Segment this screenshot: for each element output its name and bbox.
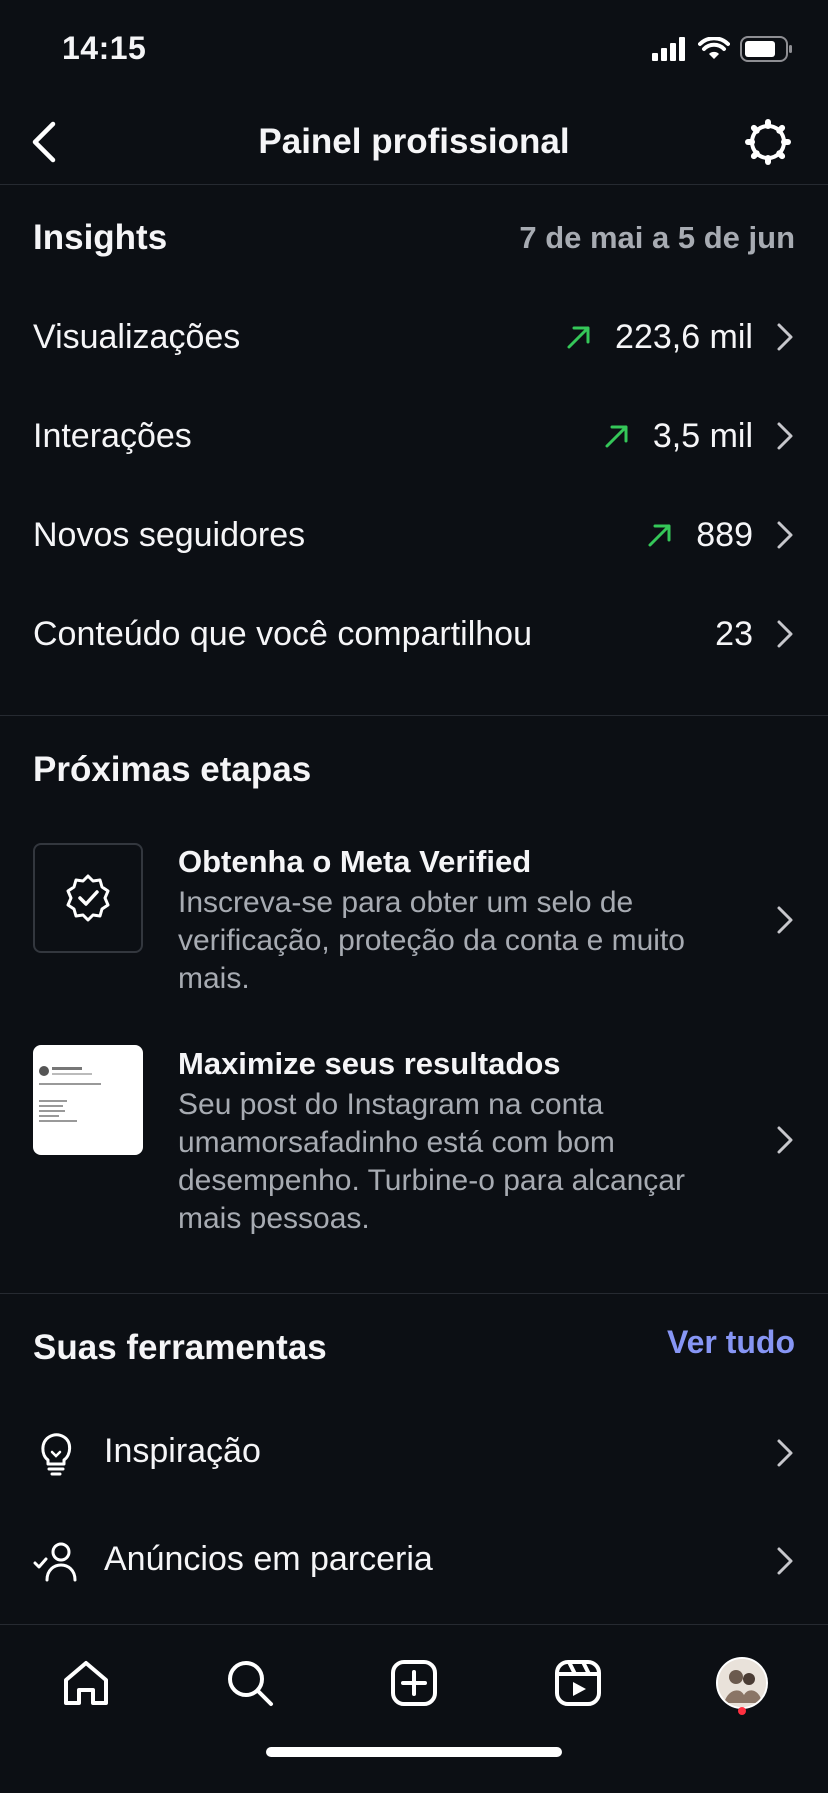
search-icon	[228, 1661, 273, 1706]
settings-button[interactable]	[742, 116, 794, 168]
tab-reels[interactable]	[550, 1655, 606, 1711]
chevron-right-icon	[777, 906, 793, 934]
insight-row-new-followers[interactable]: Novos seguidores 889	[0, 486, 828, 584]
tools-title: Suas ferramentas	[33, 1328, 327, 1367]
battery-icon	[740, 36, 792, 62]
trend-up-icon	[605, 425, 628, 448]
chevron-right-icon	[777, 1439, 793, 1467]
insight-row-views[interactable]: Visualizações 223,6 mil	[0, 288, 828, 386]
step-meta-verified[interactable]: Obtenha o Meta Verified Inscreva-se para…	[0, 840, 828, 1010]
tab-create[interactable]	[386, 1655, 442, 1711]
home-indicator	[266, 1747, 562, 1757]
tool-row-partnership-ads[interactable]: Anúncios em parceria	[0, 1510, 828, 1610]
insights-title: Insights	[33, 218, 168, 257]
tab-profile[interactable]	[714, 1655, 770, 1711]
see-all-link[interactable]: Ver tudo	[667, 1324, 795, 1361]
step-maximize-results[interactable]: Maximize seus resultados Seu post do Ins…	[0, 1042, 828, 1242]
next-steps-title: Próximas etapas	[33, 750, 312, 789]
chevron-right-icon	[777, 620, 793, 648]
status-time: 14:15	[62, 30, 147, 66]
trend-up-icon	[567, 326, 590, 349]
signal-icon	[652, 37, 685, 61]
tool-label: Inspiração	[104, 1432, 261, 1470]
insight-label: Novos seguidores	[33, 516, 306, 554]
tool-label: Anúncios em parceria	[104, 1540, 433, 1578]
page-title: Painel profissional	[258, 122, 570, 161]
insight-value: 223,6 mil	[615, 317, 753, 356]
chevron-right-icon	[777, 1547, 793, 1575]
top-nav-bar: Painel profissional	[0, 100, 828, 185]
chevron-right-icon	[777, 323, 793, 351]
bottom-tab-bar	[0, 1624, 828, 1793]
wifi-icon	[698, 37, 730, 59]
status-bar: 14:15	[0, 0, 828, 100]
verified-badge-tile	[33, 843, 143, 953]
notification-dot	[738, 1707, 746, 1715]
step-description: Inscreva-se para obter um selo de verifi…	[178, 886, 685, 995]
insight-value: 889	[696, 515, 753, 554]
step-description: Seu post do Instagram na conta umamorsaf…	[178, 1088, 685, 1235]
insight-value: 3,5 mil	[652, 416, 753, 455]
verified-badge-icon	[66, 874, 110, 922]
insight-row-interactions[interactable]: Interações 3,5 mil	[0, 387, 828, 485]
insight-row-content-shared[interactable]: Conteúdo que você compartilhou 23	[0, 585, 828, 683]
tool-row-inspiration[interactable]: Inspiração	[0, 1402, 828, 1502]
insight-label: Interações	[33, 417, 192, 455]
insight-label: Visualizações	[33, 318, 241, 356]
insight-label: Conteúdo que você compartilhou	[33, 615, 532, 653]
home-icon	[64, 1661, 108, 1705]
post-thumbnail	[33, 1045, 143, 1155]
profile-avatar	[716, 1657, 768, 1709]
reels-icon	[555, 1660, 601, 1706]
lightbulb-icon	[41, 1433, 72, 1476]
trend-up-icon	[648, 524, 671, 547]
create-icon	[391, 1660, 437, 1706]
tab-home[interactable]	[58, 1655, 114, 1711]
step-title: Maximize seus resultados	[178, 1046, 561, 1081]
insight-value: 23	[715, 614, 753, 653]
chevron-right-icon	[777, 422, 793, 450]
tab-search[interactable]	[222, 1655, 278, 1711]
status-icons	[652, 36, 794, 62]
section-divider	[0, 715, 828, 716]
avatar-image	[718, 1659, 766, 1707]
gear-icon	[745, 119, 791, 165]
partnership-user-icon	[33, 1542, 77, 1582]
chevron-right-icon	[777, 1126, 793, 1154]
step-title: Obtenha o Meta Verified	[178, 844, 532, 879]
post-preview-graphic	[39, 1066, 101, 1122]
date-range: 7 de mai a 5 de jun	[519, 220, 795, 255]
chevron-right-icon	[777, 521, 793, 549]
section-divider	[0, 1293, 828, 1294]
